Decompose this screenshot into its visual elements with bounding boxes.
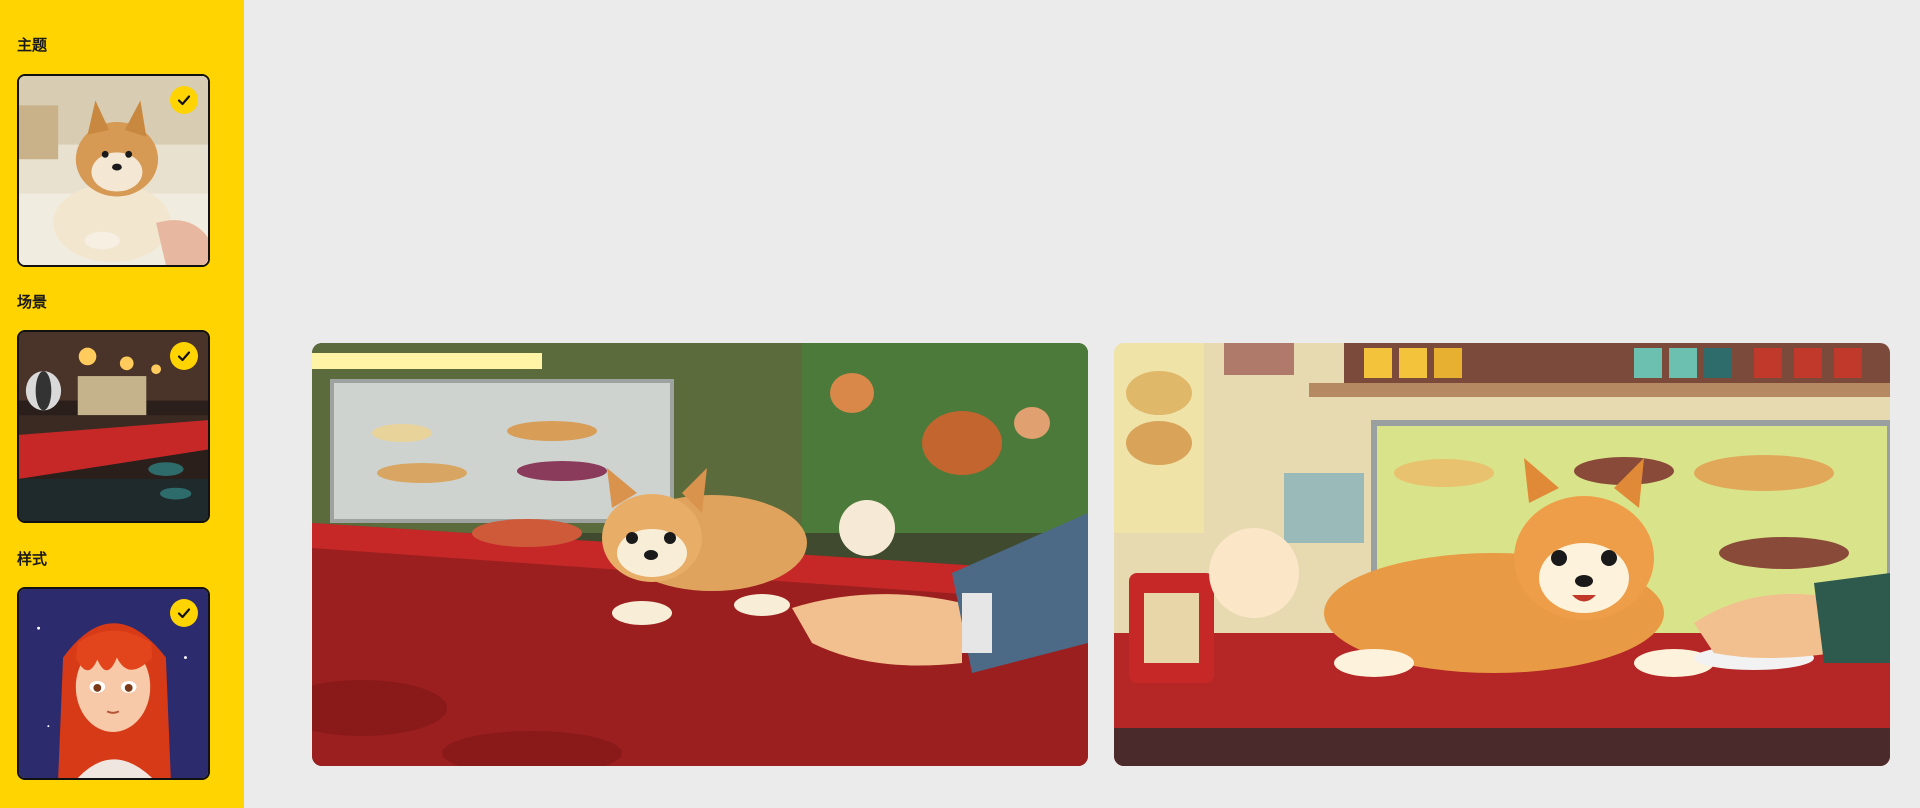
selected-check-icon (170, 342, 198, 370)
shiba-diner-illustration-2 (1114, 343, 1890, 766)
subject-thumbnail[interactable] (17, 74, 210, 267)
section-label-subject: 主题 (17, 36, 48, 54)
result-image-2[interactable] (1114, 343, 1890, 766)
section-label-style: 样式 (17, 550, 48, 568)
style-thumbnail[interactable] (17, 587, 210, 780)
selected-check-icon (170, 599, 198, 627)
selection-sidebar: 主题 场景 样式 (0, 0, 244, 808)
scene-thumbnail[interactable] (17, 330, 210, 523)
section-label-scene: 场景 (17, 293, 48, 311)
selected-check-icon (170, 86, 198, 114)
result-image-1[interactable] (312, 343, 1088, 766)
shiba-diner-illustration-1 (312, 343, 1088, 766)
